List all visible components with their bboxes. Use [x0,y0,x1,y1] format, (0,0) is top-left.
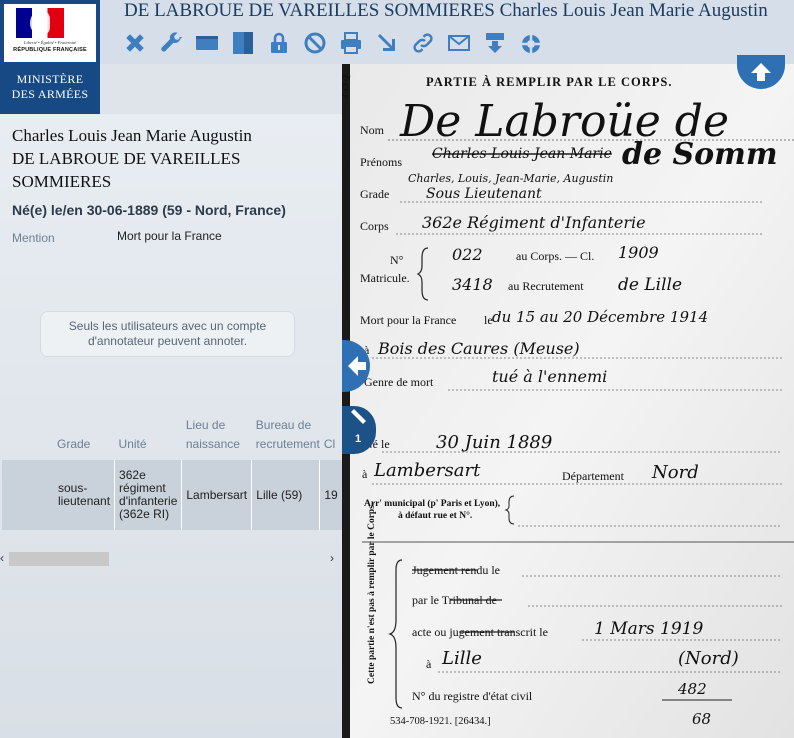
scroll-up-button[interactable] [737,55,785,89]
no-entry-icon[interactable] [300,28,329,57]
pencil-icon [351,409,366,424]
hw-grade: Sous Lieutenant [426,186,542,202]
col-header-unite: Unité [118,437,147,451]
doc-label-departement: Département [562,469,625,483]
doc-side-note: Cette partie n'est pas à remplir par le … [367,503,377,684]
hw-recrutement: de Lille [618,275,682,295]
hw-mort-lieu: Bois des Caures (Meuse) [377,339,580,358]
hw-corps: 362e Régiment d'Infanterie [422,213,646,232]
doc-label-arr-1: Arr' municipal (p' Paris et Lyon), [364,498,501,509]
person-name-line-3: SOMMIERES [12,172,112,191]
cell-grade: sous-lieutenant [2,460,115,530]
ministry-label: MINISTÈRE DES ARMÉES [0,72,100,102]
doc-label-genre: Genre de mort [364,375,434,389]
scroll-right-arrow[interactable]: › [330,551,334,565]
arrow-up-icon [751,63,771,81]
doc-label-mort: Mort pour la France [360,313,456,327]
scroll-left-arrow[interactable]: ‹ [0,551,4,565]
hw-departement: Nord [651,462,699,483]
hw-transcrit-dep: (Nord) [678,648,739,669]
lifebuoy-icon[interactable] [516,28,545,57]
doc-label-au-recrutement: au Recrutement [508,279,584,293]
doc-label-arr-2: à défaut rue et N°. [398,510,472,521]
doc-label-a3: à [426,657,432,671]
mail-icon[interactable] [444,28,473,57]
hw-genre: tué à l'ennemi [492,367,607,386]
hw-no-corps: 022 [452,245,483,264]
hw-classe: 1909 [618,243,659,262]
scanned-document: 184 PARTIE À REMPLIR PAR LE CORPS. Nom D… [342,64,794,738]
marianne-profile-icon [30,11,50,35]
person-name-line-1: Charles Louis Jean Marie Augustin [12,126,252,145]
table-row[interactable]: sous-lieutenant 362e régiment d'infanter… [2,460,342,530]
record-details-panel: Charles Louis Jean Marie Augustin DE LAB… [0,114,342,738]
scroll-thumb[interactable] [9,552,109,566]
hw-prenoms-2: Charles, Louis, Jean-Marie, Augustin [408,172,613,185]
cell-lieu: Lambersart [181,460,252,530]
doc-label-a2: à [362,467,368,481]
person-name-line-2: DE LABROUE DE VAREILLES [12,149,241,168]
fullscreen-arrow-icon[interactable] [372,28,401,57]
viewer-toolbar [120,28,545,58]
person-name: Charles Louis Jean Marie Augustin DE LAB… [12,124,332,193]
republic-label: RÉPUBLIQUE FRANÇAISE [13,47,87,53]
cell-classe: 19 [319,460,342,530]
hw-matricule: 3418 [452,275,493,294]
lock-icon[interactable] [264,28,293,57]
cell-unite: 362e régiment d'infanterie (362e RI) [114,460,182,530]
doc-footer: 534-708-1921. [26434.] [390,716,491,727]
ministry-line-2: DES ARMÉES [11,87,89,101]
hw-transcrit: 1 Mars 1919 [594,619,703,639]
table-scrollbar[interactable]: ‹ › [0,551,342,567]
hw-registre: 482 [677,680,707,698]
mention-value: Mort pour la France [117,229,222,243]
annotation-count: 1 [355,433,362,445]
doc-label-registre: N° du registre d'état civil [412,689,533,703]
single-page-icon[interactable] [192,28,221,57]
ministry-line-1: MINISTÈRE [16,72,84,86]
hw-naissance: 30 Juin 1889 [436,432,552,453]
doc-label-au-corps: au Corps. — Cl. [516,249,594,263]
republic-motto: Liberté • Égalité • Fraternité [23,40,77,45]
document-viewer[interactable]: 184 PARTIE À REMPLIR PAR LE CORPS. Nom D… [342,64,794,738]
col-header-classe: Cl [323,437,336,451]
col-header-lieu: Lieu de naissance [185,418,240,451]
cell-bureau: Lille (59) [251,460,320,530]
doc-label-no: N° [390,253,404,267]
doc-label-nom: Nom [360,123,385,137]
hw-transcrit-lieu: Lille [441,648,482,669]
hw-nom-suite: de Somm [622,137,778,172]
doc-label-matricule: Matricule. [360,271,410,285]
hw-prenoms: Charles Louis Jean Marie [432,146,612,162]
link-icon[interactable] [408,28,437,57]
col-header-grade: Grade [57,437,91,451]
doc-label-grade: Grade [360,187,389,201]
col-header-bureau: Bureau de recrutement [255,418,320,451]
doc-label-prenoms: Prénoms [360,155,402,169]
hw-lieu-naissance: Lambersart [373,460,481,481]
hw-registre-2: 68 [692,710,711,728]
download-icon[interactable] [480,28,509,57]
arrow-left-icon [348,356,366,376]
wrench-icon[interactable] [156,28,185,57]
service-table: Grade Unité Lieu de naissance Bureau de … [2,414,342,530]
birth-info: Né(e) le/en 30-06-1889 (59 - Nord, Franc… [12,202,286,218]
record-title: DE LABROUE DE VAREILLES SOMMIERES Charle… [124,0,768,21]
print-icon[interactable] [336,28,365,57]
doc-heading: PARTIE À REMPLIR PAR LE CORPS. [426,75,672,89]
annotation-notice: Seuls les utilisateurs avec un compte d'… [40,311,295,357]
double-page-icon[interactable] [228,28,257,57]
doc-label-corps: Corps [360,219,389,233]
close-icon[interactable] [120,28,149,57]
hw-mort-date: du 15 au 20 Décembre 1914 [492,308,708,326]
mention-label: Mention [12,231,55,245]
ministere-armees-logo: Liberté • Égalité • Fraternité RÉPUBLIQU… [0,0,100,114]
collapse-panel-button[interactable] [342,340,370,392]
